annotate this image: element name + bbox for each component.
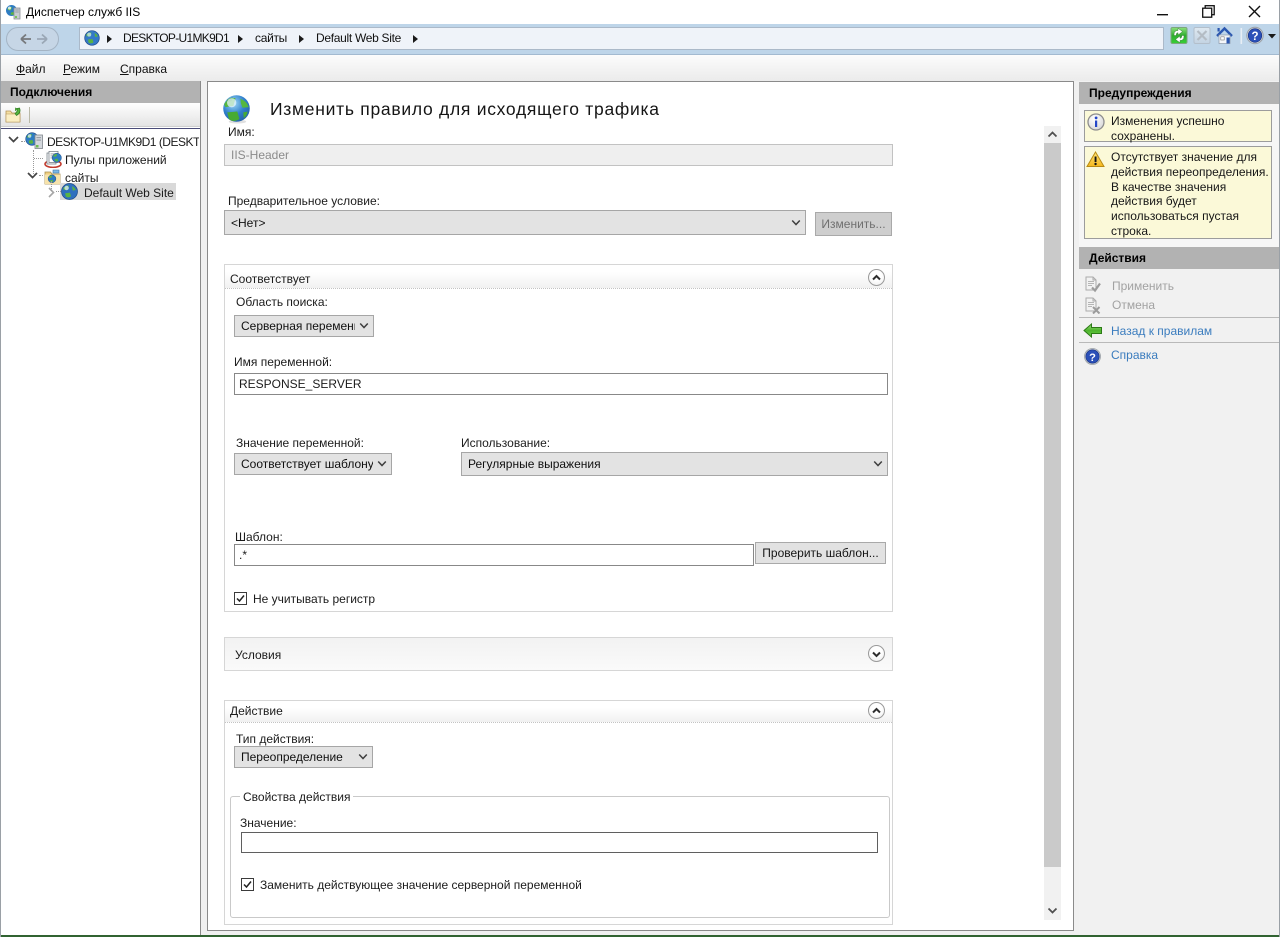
svg-text:?: ?: [1251, 31, 1258, 43]
svg-text:?: ?: [1089, 352, 1096, 364]
